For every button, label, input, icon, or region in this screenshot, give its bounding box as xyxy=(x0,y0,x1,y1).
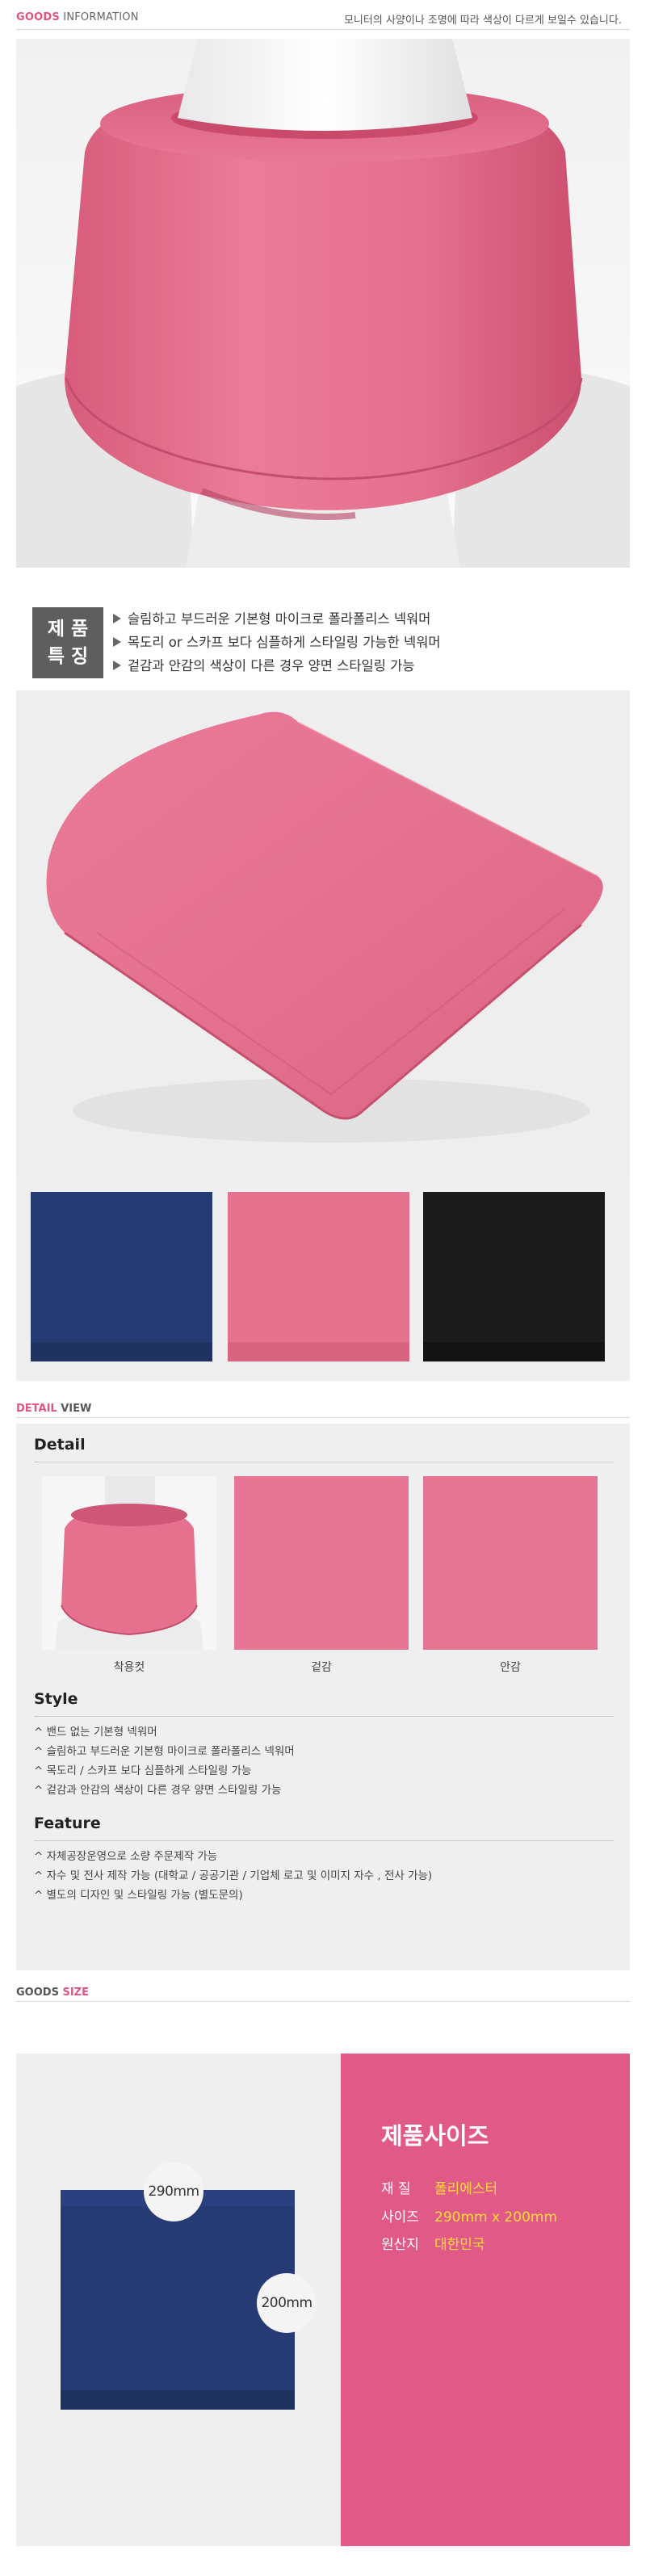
spec-row-material: 재 질 폴리에스터 xyxy=(381,2177,497,2197)
triangle-bullet-icon xyxy=(113,636,121,647)
style-heading: Style xyxy=(34,1690,78,1708)
style-item: ^ 슬림하고 부드러운 기본형 마이크로 폴라폴리스 넥워머 xyxy=(34,1745,295,1758)
caption-outer-fabric: 겉감 xyxy=(311,1661,332,1674)
feature-item: 겉감과 안감의 색상이 다른 경우 양면 스타일링 가능 xyxy=(113,654,441,678)
style-item: ^ 목도리 / 스카프 보다 심플하게 스타일링 가능 xyxy=(34,1764,252,1777)
spec-key: 재 질 xyxy=(381,2181,411,2197)
outer-fabric-photo xyxy=(234,1476,409,1650)
caption-inner-fabric: 안감 xyxy=(500,1661,521,1674)
feature-heading-rule xyxy=(34,1840,614,1841)
hero-product-photo xyxy=(16,39,630,568)
badge-line-1: 제 품 xyxy=(47,619,89,640)
spec-row-origin: 원산지 대한민국 xyxy=(381,2233,485,2253)
goods-word: GOODS xyxy=(16,1987,59,1999)
swatch-navy xyxy=(31,1192,212,1361)
size-title: 제품사이즈 xyxy=(381,2122,489,2150)
spec-key: 사이즈 xyxy=(381,2209,419,2226)
size-word: SIZE xyxy=(62,1987,89,1999)
triangle-bullet-icon xyxy=(113,660,121,670)
feature-item: 슬림하고 부드러운 기본형 마이크로 폴라폴리스 넥워머 xyxy=(113,607,441,631)
flat-product-photo xyxy=(16,690,630,1179)
feature-detail-item: ^ 별도의 디자인 및 스타일링 가능 (별도문의) xyxy=(34,1889,243,1902)
product-features-badge: 제 품 특 징 xyxy=(32,607,103,678)
feature-heading: Feature xyxy=(34,1815,101,1832)
color-notice: 모니터의 사양이나 조명에 따라 색상이 다르게 보일수 있습니다. xyxy=(343,15,622,27)
view-label: VIEW xyxy=(61,1403,92,1415)
style-heading-rule xyxy=(34,1716,614,1717)
style-list: ^ 밴드 없는 기본형 넥워머 ^ 슬림하고 부드러운 기본형 마이크로 폴라폴… xyxy=(34,1722,295,1800)
header-divider xyxy=(16,29,630,30)
feature-list: 슬림하고 부드러운 기본형 마이크로 폴라폴리스 넥워머 목도리 or 스카프 … xyxy=(113,607,441,678)
inner-fabric-photo xyxy=(423,1476,598,1650)
style-item: ^ 밴드 없는 기본형 넥워머 xyxy=(34,1726,157,1739)
feature-detail-list: ^ 자체공장운영으로 소량 주문제작 가능 ^ 자수 및 전사 제작 가능 (대… xyxy=(34,1847,432,1905)
feature-detail-item: ^ 자수 및 전사 제작 가능 (대학교 / 공공기관 / 기업체 로고 및 이… xyxy=(34,1869,433,1882)
goods-information-label: GOODS INFORMATION xyxy=(16,11,139,23)
detail-view-label: DETAIL VIEW xyxy=(16,1403,91,1415)
feature-item: 목도리 or 스카프 보다 심플하게 스타일링 가능한 넥워머 xyxy=(113,631,441,654)
goods-label: GOODS xyxy=(16,11,60,23)
goods-information-header: GOODS INFORMATION 모니터의 사양이나 조명에 따라 색상이 다… xyxy=(0,0,646,30)
feature-text: 슬림하고 부드러운 기본형 마이크로 폴라폴리스 넥워머 xyxy=(128,611,431,627)
information-label: INFORMATION xyxy=(63,11,139,23)
spec-value: 폴리에스터 xyxy=(434,2181,498,2197)
spec-row-size: 사이즈 290mm x 200mm xyxy=(381,2205,557,2226)
caption-wearing-shot: 착용컷 xyxy=(113,1661,145,1674)
goods-size-divider xyxy=(16,2001,630,2002)
feature-detail-item: ^ 자체공장운영으로 소량 주문제작 가능 xyxy=(34,1850,218,1863)
triangle-bullet-icon xyxy=(113,613,121,623)
height-dimension-label: 200mm xyxy=(257,2273,317,2333)
style-item: ^ 겉감과 안감의 색상이 다른 경우 양면 스타일링 가능 xyxy=(34,1784,282,1797)
spec-key: 원산지 xyxy=(381,2237,419,2253)
spec-value: 대한민국 xyxy=(434,2237,485,2253)
goods-size-label: GOODS SIZE xyxy=(16,1987,89,1999)
detail-accent: DETAIL xyxy=(16,1403,57,1415)
feature-text: 겉감과 안감의 색상이 다른 경우 양면 스타일링 가능 xyxy=(128,658,415,673)
width-dimension-label: 290mm xyxy=(144,2162,203,2221)
wearing-shot-photo xyxy=(42,1476,216,1650)
swatch-pink xyxy=(228,1192,409,1361)
detail-heading: Detail xyxy=(34,1436,86,1454)
badge-line-2: 특 징 xyxy=(47,646,89,667)
feature-text: 목도리 or 스카프 보다 심플하게 스타일링 가능한 넥워머 xyxy=(128,635,441,650)
swatch-black xyxy=(423,1192,605,1361)
spec-value: 290mm x 200mm xyxy=(434,2209,558,2226)
detail-divider xyxy=(16,1417,630,1418)
